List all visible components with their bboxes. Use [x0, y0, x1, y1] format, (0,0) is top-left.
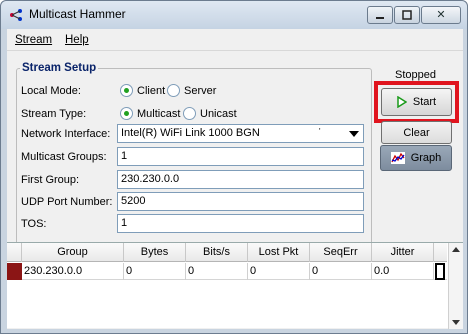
app-window: Multicast Hammer ✕ Stream Help Stream Se…: [0, 0, 468, 334]
column-header-seqerr[interactable]: SeqErr: [310, 243, 372, 262]
radio-multicast-indicator: [120, 107, 133, 120]
stream-setup-title: Stream Setup: [20, 62, 99, 74]
radio-server-indicator: [167, 84, 180, 97]
udp-port-input[interactable]: 5200: [117, 192, 364, 211]
stream-type-label: Stream Type:: [21, 108, 87, 120]
udp-port-label: UDP Port Number:: [21, 196, 113, 208]
combo-tick-mark: ': [319, 127, 321, 136]
minimize-button[interactable]: [367, 6, 393, 24]
column-header-lost-pkt[interactable]: Lost Pkt: [248, 243, 310, 262]
column-header-jitter[interactable]: Jitter: [372, 243, 434, 262]
cell-group: 230.230.0.0: [22, 263, 124, 280]
column-header-bits[interactable]: Bits/s: [186, 243, 248, 262]
close-button[interactable]: ✕: [421, 6, 461, 24]
radio-client[interactable]: Client: [120, 84, 165, 97]
scroll-up-icon[interactable]: [452, 247, 460, 252]
column-header-group[interactable]: Group: [22, 243, 124, 262]
menu-help[interactable]: Help: [65, 34, 89, 46]
graph-icon: [390, 152, 405, 164]
cell-lost-pkt: 0: [248, 263, 310, 280]
menu-stream[interactable]: Stream: [15, 34, 52, 46]
radio-unicast-indicator: [183, 107, 196, 120]
client-area: Stream Help Stream Setup Local Mode: Cli…: [7, 29, 463, 329]
play-icon: [397, 96, 407, 108]
first-group-input[interactable]: 230.230.0.0: [117, 170, 364, 189]
table-header: Group Bytes Bits/s Lost Pkt SeqErr Jitte…: [7, 243, 447, 262]
first-group-label: First Group:: [21, 174, 80, 186]
clear-button[interactable]: Clear: [381, 121, 452, 144]
scroll-down-icon[interactable]: [452, 320, 460, 325]
maximize-button[interactable]: [394, 6, 420, 24]
radio-unicast[interactable]: Unicast: [183, 107, 237, 120]
column-header-bytes[interactable]: Bytes: [124, 243, 186, 262]
menu-bar: Stream Help: [7, 29, 463, 51]
app-network-icon: [10, 9, 22, 21]
status-text: Stopped: [395, 69, 436, 81]
network-interface-select[interactable]: Intel(R) WiFi Link 1000 BGN ': [117, 124, 364, 143]
cell-seqerr: 0: [310, 263, 372, 280]
maximize-icon: [402, 10, 412, 20]
graph-button[interactable]: Graph: [380, 145, 452, 171]
close-icon: ✕: [436, 9, 446, 21]
row-marker: [7, 263, 22, 280]
vertical-scrollbar[interactable]: [448, 243, 463, 329]
start-button[interactable]: Start: [381, 88, 452, 116]
stats-table: Group Bytes Bits/s Lost Pkt SeqErr Jitte…: [7, 242, 463, 329]
header-row-marker: [7, 243, 22, 262]
network-interface-label: Network Interface:: [21, 128, 111, 140]
radio-server[interactable]: Server: [167, 84, 216, 97]
tos-label: TOS:: [21, 218, 47, 230]
tos-input[interactable]: 1: [117, 214, 364, 233]
network-interface-value: Intel(R) WiFi Link 1000 BGN: [121, 127, 260, 139]
minimize-icon: [376, 17, 384, 19]
radio-multicast[interactable]: Multicast: [120, 107, 180, 120]
cell-cursor[interactable]: [435, 263, 445, 280]
window-title: Multicast Hammer: [29, 7, 126, 21]
cell-jitter: 0.0: [372, 263, 434, 280]
multicast-groups-label: Multicast Groups:: [21, 151, 107, 163]
radio-client-indicator: [120, 84, 133, 97]
table-row[interactable]: 230.230.0.0 0 0 0 0 0.0: [7, 263, 447, 280]
local-mode-label: Local Mode:: [21, 85, 81, 97]
title-bar[interactable]: Multicast Hammer ✕: [1, 1, 467, 29]
cell-bits: 0: [186, 263, 248, 280]
cell-bytes: 0: [124, 263, 186, 280]
chevron-down-icon[interactable]: [349, 131, 359, 137]
multicast-groups-input[interactable]: 1: [117, 147, 364, 166]
